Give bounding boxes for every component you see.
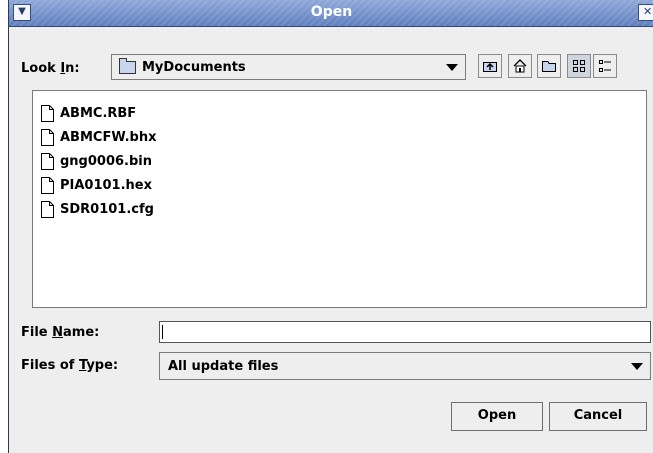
file-name-input[interactable]: [159, 321, 651, 343]
document-icon: [41, 105, 54, 122]
close-icon[interactable]: ✕: [638, 4, 653, 21]
list-view-icon: [573, 60, 585, 72]
document-icon: [41, 201, 54, 218]
file-list[interactable]: ABMC.RBF ABMCFW.bhx gng0006.bin PIA0101.…: [32, 90, 647, 308]
files-of-type-combo[interactable]: All update files: [159, 352, 651, 380]
new-folder-button[interactable]: [537, 54, 561, 78]
text-caret: [162, 325, 163, 339]
up-one-level-icon: [483, 62, 497, 72]
home-icon: [513, 59, 527, 73]
file-name-label: File Name:: [21, 325, 100, 340]
chevron-down-icon: [446, 64, 458, 71]
list-view-button[interactable]: [567, 54, 591, 78]
file-name: PIA0101.hex: [60, 178, 153, 193]
look-in-value: MyDocuments: [142, 60, 246, 75]
details-view-button[interactable]: [593, 54, 617, 78]
files-of-type-value: All update files: [168, 359, 279, 374]
file-name: gng0006.bin: [60, 154, 153, 169]
title-bar[interactable]: ▼ Open ✕: [9, 0, 653, 27]
cancel-button[interactable]: Cancel: [549, 402, 647, 431]
details-view-icon: [599, 60, 611, 72]
look-in-combo[interactable]: MyDocuments: [111, 54, 466, 80]
home-button[interactable]: [508, 54, 532, 78]
file-name: ABMCFW.bhx: [60, 130, 157, 145]
files-of-type-label: Files of Type:: [21, 358, 119, 373]
new-folder-icon: [542, 61, 556, 72]
document-icon: [41, 177, 54, 194]
folder-icon: [119, 58, 136, 74]
document-icon: [41, 153, 54, 170]
file-name: ABMC.RBF: [60, 106, 137, 121]
dialog-title: Open: [310, 4, 353, 20]
look-in-label: Look In:: [21, 61, 80, 76]
up-one-level-button[interactable]: [478, 54, 502, 78]
open-button[interactable]: Open: [451, 402, 543, 431]
chevron-down-icon: [631, 363, 643, 370]
document-icon: [41, 129, 54, 146]
open-dialog: ▼ Open ✕ Look In: MyDocuments ABMC.RBF A…: [8, 0, 653, 453]
file-name: SDR0101.cfg: [60, 202, 154, 217]
